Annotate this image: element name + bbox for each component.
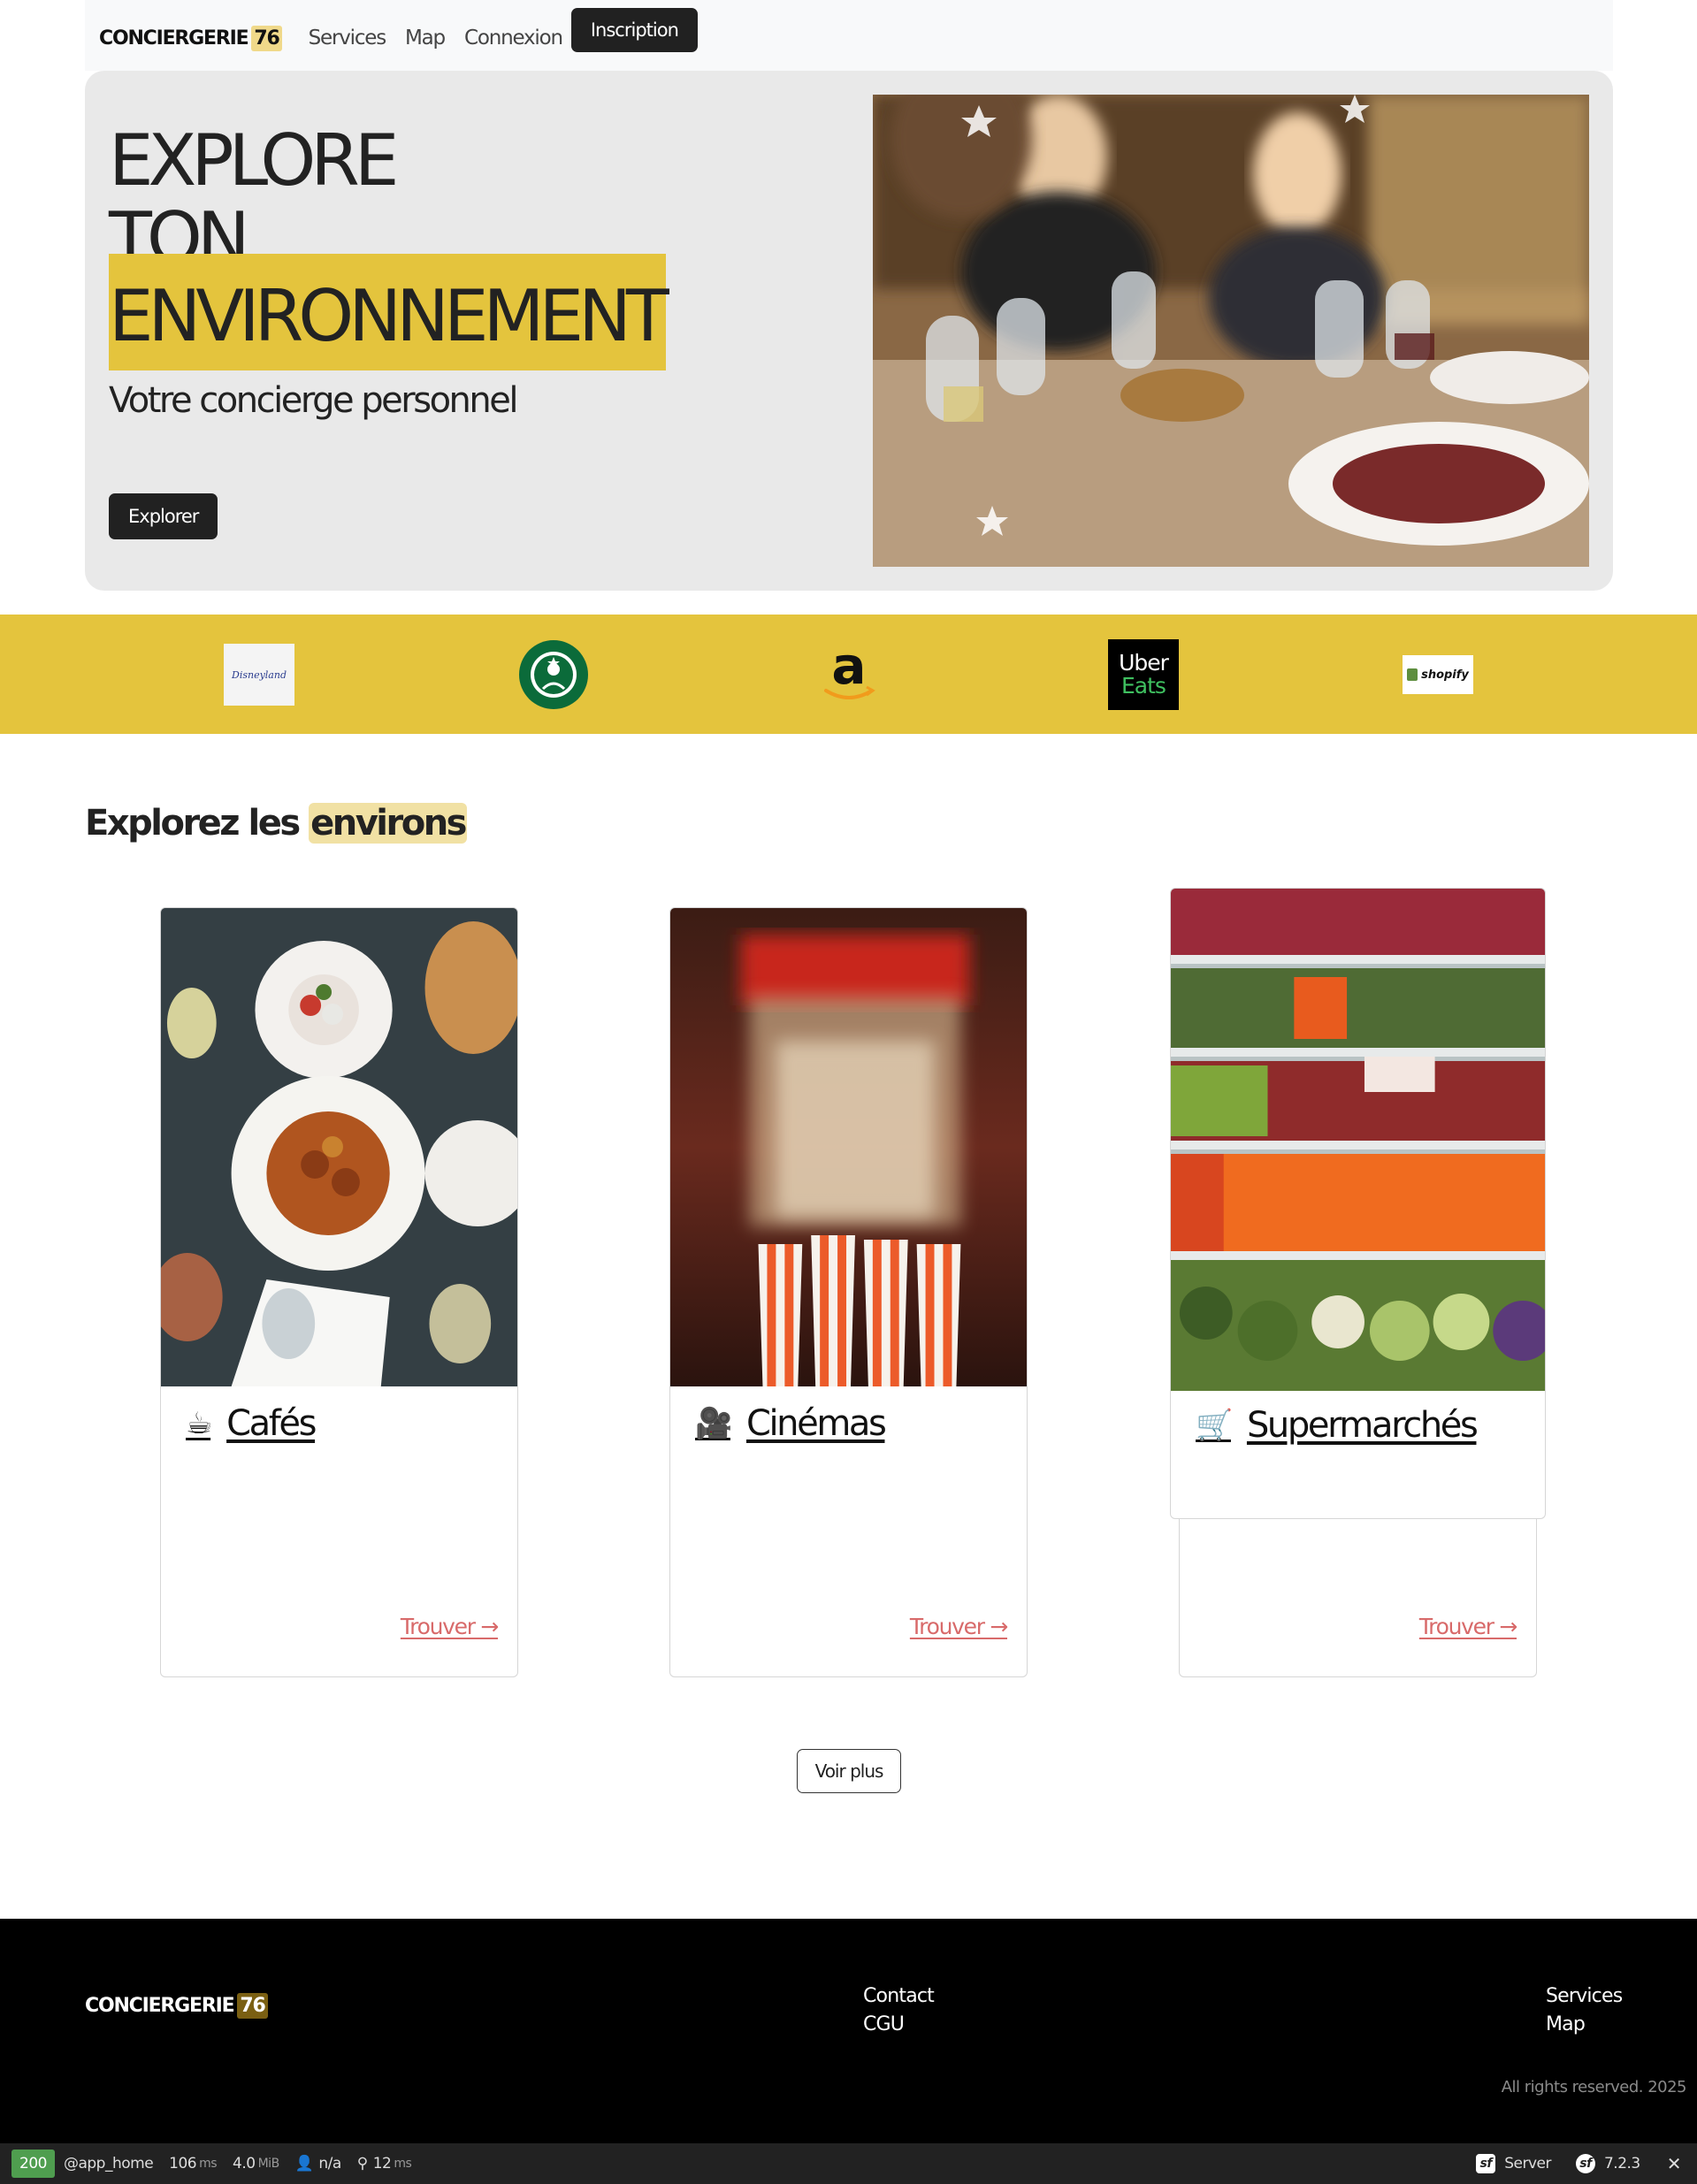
explore-title-prefix: Explorez les [85,803,301,844]
request-time-value: 106 [169,2155,197,2173]
memory-value: 4.0 [233,2155,256,2173]
version-value: 7.2.3 [1603,2155,1640,2173]
user-info[interactable]: 👤 n/a [294,2155,342,2173]
dinner-photo [873,95,1589,567]
footer-brand-name: CONCIERGERIE [85,1995,235,2017]
card-cafes-title-text: Cafés [226,1403,317,1444]
request-time[interactable]: 106 ms [169,2155,217,2173]
signup-button[interactable]: Inscription [570,8,698,52]
server-info[interactable]: sf Server [1476,2154,1551,2173]
hero-title-highlight: ENVIRONNEMENT [109,254,669,370]
symfony-icon: sf [1476,2154,1496,2173]
nav-link-connexion[interactable]: Connexion [464,27,563,50]
amazon-logo-text: a [831,639,866,696]
footer-links-right: Services Map [1546,1982,1623,2039]
card-cinemas-title-text: Cinémas [745,1403,887,1444]
shopify-bag-icon [1407,668,1418,681]
hero-subtitle: Votre concierge personnel [109,380,518,421]
shopify-logo: shopify [1403,639,1473,710]
card-cinemas-title[interactable]: 🎥 Cinémas [695,1403,887,1444]
requests-unit: ms [394,2157,412,2171]
memory-usage[interactable]: 4.0 MiB [233,2155,279,2173]
explore-title-highlight: environs [309,803,467,844]
card-cafes-find-link[interactable]: Trouver → [401,1614,499,1639]
partner-logo-band: Disneyland a Uber Eats shopify [0,615,1697,734]
toolbar-right: sf Server sf 7.2.3 ✕ [1460,2153,1697,2174]
brand-name: CONCIERGERIE [99,27,249,50]
card-supermarkets-title-text: Supermarchés [1246,1405,1479,1446]
close-icon[interactable]: ✕ [1667,2153,1682,2174]
coffee-icon: ☕ [186,1406,213,1441]
disneyland-logo: Disneyland [224,639,294,710]
nav-link-map[interactable]: Map [405,27,446,50]
footer-link-contact[interactable]: Contact [863,1982,935,2011]
route-name-text: @app_home [63,2155,154,2173]
footer-link-map[interactable]: Map [1546,2011,1622,2039]
card-cafes[interactable]: ☕ Cafés Trouver → [160,907,518,1677]
uber-eats-logo: Uber Eats [1108,639,1179,710]
brand-logo[interactable]: CONCIERGERIE 76 [99,25,282,51]
hero-image [873,95,1589,567]
navbar: CONCIERGERIE 76 Services Map Connexion I… [85,0,1613,71]
explore-title: Explorez les environs [85,803,467,844]
explore-button[interactable]: Explorer [109,493,218,539]
symfony-version[interactable]: sf 7.2.3 [1575,2154,1640,2173]
amazon-logo: a [814,639,884,710]
movie-camera-icon: 🎥 [695,1406,732,1441]
requests-value: 12 [372,2155,392,2173]
card-cinemas-find-link[interactable]: Trouver → [910,1614,1008,1639]
starbucks-logo [518,639,589,710]
requests-info[interactable]: ⚲ 12 ms [357,2155,412,2173]
user-value: n/a [318,2155,341,2173]
see-more-button[interactable]: Voir plus [797,1749,901,1793]
hero-section: EXPLORE TON ENVIRONNEMENT Votre concierg… [85,71,1613,591]
card-supermarkets-title[interactable]: 🛒 Supermarchés [1196,1405,1479,1446]
footer-link-services[interactable]: Services [1546,1982,1623,2011]
footer-link-cgu[interactable]: CGU [863,2011,934,2039]
debug-toolbar: 200 @app_home 106 ms 4.0 MiB 👤 n/a ⚲ 12 … [0,2143,1697,2184]
route-name[interactable]: @app_home [63,2155,154,2173]
footer-brand-badge: 76 [237,1993,268,2019]
server-label: Server [1504,2155,1551,2173]
leaf-icon: ⚲ [356,2155,368,2173]
uber-eats-logo-eats: Eats [1121,673,1166,699]
brand-badge: 76 [251,25,282,51]
footer-brand[interactable]: CONCIERGERIE 76 [85,1993,268,2019]
card-supermarkets-find-link[interactable]: Trouver → [1419,1614,1517,1639]
footer-copyright: All rights reserved. 2025 [1501,2078,1687,2096]
nav-link-services[interactable]: Services [309,27,387,50]
uber-eats-logo-uber: Uber [1119,650,1169,676]
user-icon: 👤 [294,2155,314,2173]
hero-title-line-1: EXPLORE [109,119,399,202]
card-cinemas-image [670,908,1027,1386]
card-supermarkets-image [1171,889,1545,1391]
request-time-unit: ms [199,2157,218,2171]
disneyland-logo-text: Disneyland [232,668,287,681]
shopping-cart-icon: 🛒 [1196,1408,1233,1443]
card-cafes-image [161,908,517,1386]
footer-links-left: Contact CGU [863,1982,935,2039]
hero-title: EXPLORE TON ENVIRONNEMENT [109,119,669,370]
status-code-badge[interactable]: 200 [11,2150,55,2178]
symfony-logo-icon: sf [1575,2154,1595,2173]
card-cinemas[interactable]: 🎥 Cinémas Trouver → [669,907,1028,1677]
shopify-logo-text: shopify [1421,668,1469,682]
card-cafes-title[interactable]: ☕ Cafés [186,1403,317,1444]
card-supermarkets-hover[interactable]: 🛒 Supermarchés [1170,888,1546,1519]
footer: CONCIERGERIE 76 Contact CGU Services Map… [0,1919,1697,2143]
memory-unit: MiB [257,2157,280,2171]
